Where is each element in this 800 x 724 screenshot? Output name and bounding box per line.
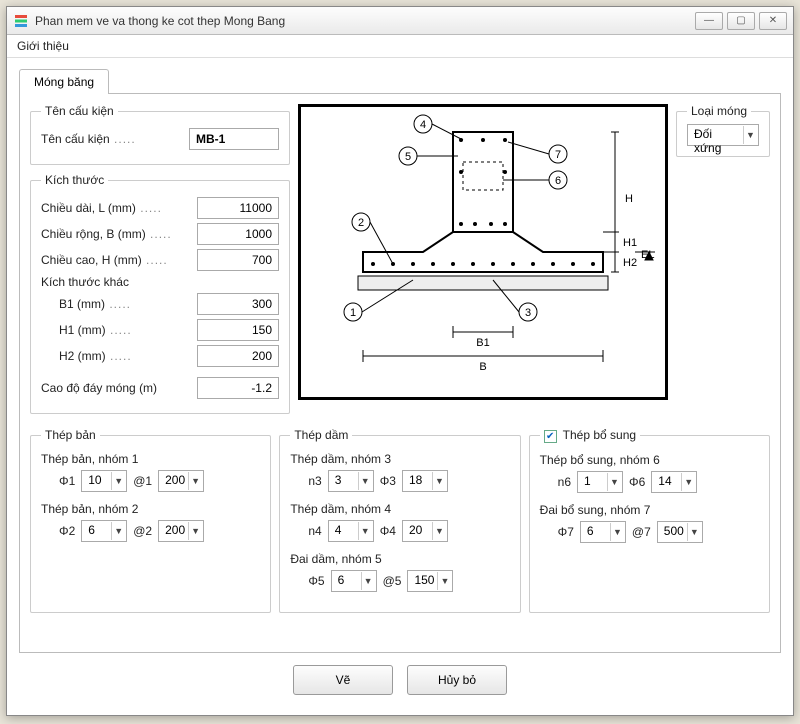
title-dai-bs-7: Đai bổ sung, nhóm 7: [540, 503, 759, 517]
tab-mong-bang[interactable]: Móng băng: [19, 69, 109, 94]
svg-text:7: 7: [555, 149, 561, 161]
combo-loai-mong[interactable]: Đối xứng▼: [687, 124, 759, 146]
label-n4: n4: [308, 524, 321, 538]
combo-phi2[interactable]: 6▼: [81, 520, 127, 542]
legend-kich-thuoc: Kích thước: [41, 173, 108, 187]
input-ten-cau-kien[interactable]: [189, 128, 279, 150]
client-area: Móng băng Tên cấu kiện Tên cấu kiện Kích: [7, 58, 793, 715]
label-h1: H1 (mm): [59, 323, 197, 337]
group-ten-cau-kien: Tên cấu kiện Tên cấu kiện: [30, 104, 290, 165]
label-cao-do: Cao độ đáy móng (m): [41, 381, 197, 395]
group-thep-dam: Thép dầm Thép dầm, nhóm 3 n3 3▼ Φ3 18▼ T…: [279, 428, 520, 613]
legend-thep-dam: Thép dầm: [290, 428, 352, 442]
maximize-button[interactable]: ▢: [727, 12, 755, 30]
tab-page: Tên cấu kiện Tên cấu kiện Kích thước Chi…: [19, 93, 781, 653]
app-icon: [13, 13, 29, 29]
label-b1: B1 (mm): [59, 297, 197, 311]
menu-about[interactable]: Giới thiệu: [17, 39, 69, 53]
label-n6: n6: [558, 475, 571, 489]
label-at1: @1: [133, 474, 152, 488]
title-thep-ban-2: Thép bản, nhóm 2: [41, 502, 260, 516]
input-h2[interactable]: [197, 345, 279, 367]
title-thep-dam-3: Thép dầm, nhóm 3: [290, 452, 509, 466]
input-chieu-dai[interactable]: [197, 197, 279, 219]
close-button[interactable]: ✕: [759, 12, 787, 30]
titlebar: Phan mem ve va thong ke cot thep Mong Ba…: [7, 7, 793, 35]
input-b1[interactable]: [197, 293, 279, 315]
svg-text:3: 3: [525, 307, 531, 319]
label-at5: @5: [383, 574, 402, 588]
label-phi5: Φ5: [308, 574, 324, 588]
svg-text:1: 1: [350, 307, 356, 319]
svg-text:B1: B1: [476, 337, 489, 349]
label-at7: @7: [632, 525, 651, 539]
minimize-button[interactable]: —: [695, 12, 723, 30]
combo-phi4[interactable]: 20▼: [402, 520, 448, 542]
combo-at5[interactable]: 150▼: [407, 570, 453, 592]
cancel-button[interactable]: Hủy bỏ: [407, 665, 507, 695]
label-ten-cau-kien: Tên cấu kiện: [41, 132, 189, 146]
label-phi1: Φ1: [59, 474, 75, 488]
combo-phi3[interactable]: 18▼: [402, 470, 448, 492]
label-at2: @2: [133, 524, 152, 538]
combo-phi7[interactable]: 6▼: [580, 521, 626, 543]
combo-at1[interactable]: 200▼: [158, 470, 204, 492]
group-thep-bo-sung: ✔Thép bổ sung Thép bổ sung, nhóm 6 n6 1▼…: [529, 428, 770, 613]
title-thep-bs-6: Thép bổ sung, nhóm 6: [540, 453, 759, 467]
label-chieu-cao: Chiều cao, H (mm): [41, 253, 197, 267]
svg-text:2: 2: [358, 217, 364, 229]
group-loai-mong: Loại móng Đối xứng▼: [676, 104, 770, 157]
label-chieu-dai: Chiều dài, L (mm): [41, 201, 197, 215]
input-chieu-cao[interactable]: [197, 249, 279, 271]
combo-n3[interactable]: 3▼: [328, 470, 374, 492]
group-thep-ban: Thép bản Thép bản, nhóm 1 Φ1 10▼ @1 200▼…: [30, 428, 271, 613]
draw-button[interactable]: Vẽ: [293, 665, 393, 695]
svg-text:H1: H1: [623, 237, 637, 249]
combo-at7[interactable]: 500▼: [657, 521, 703, 543]
footer-buttons: Vẽ Hủy bỏ: [19, 653, 781, 703]
combo-phi1[interactable]: 10▼: [81, 470, 127, 492]
input-chieu-rong[interactable]: [197, 223, 279, 245]
input-h1[interactable]: [197, 319, 279, 341]
checkbox-thep-bo-sung[interactable]: ✔: [544, 430, 557, 443]
label-h2: H2 (mm): [59, 349, 197, 363]
input-cao-do[interactable]: [197, 377, 279, 399]
label-phi4: Φ4: [380, 524, 396, 538]
combo-n4[interactable]: 4▼: [328, 520, 374, 542]
svg-text:6: 6: [555, 175, 561, 187]
svg-text:H: H: [625, 193, 633, 205]
label-phi6: Φ6: [629, 475, 645, 489]
section-diagram: 4 5 2 1 3 6 7: [298, 104, 668, 400]
label-n3: n3: [308, 474, 321, 488]
app-window: Phan mem ve va thong ke cot thep Mong Ba…: [6, 6, 794, 716]
title-thep-ban-1: Thép bản, nhóm 1: [41, 452, 260, 466]
label-phi3: Φ3: [380, 474, 396, 488]
combo-phi5[interactable]: 6▼: [331, 570, 377, 592]
legend-thep-ban: Thép bản: [41, 428, 100, 442]
svg-text:5: 5: [405, 151, 411, 163]
combo-at2[interactable]: 200▼: [158, 520, 204, 542]
label-phi7: Φ7: [558, 525, 574, 539]
label-kich-thuoc-khac: Kích thước khác: [41, 275, 279, 289]
menubar: Giới thiệu: [7, 35, 793, 58]
title-thep-dam-4: Thép dầm, nhóm 4: [290, 502, 509, 516]
svg-text:B: B: [479, 361, 486, 373]
title-dai-dam-5: Đai dầm, nhóm 5: [290, 552, 509, 566]
svg-text:H2: H2: [623, 257, 637, 269]
svg-text:4: 4: [420, 119, 426, 131]
label-chieu-rong: Chiều rộng, B (mm): [41, 227, 197, 241]
combo-phi6[interactable]: 14▼: [651, 471, 697, 493]
tabset: Móng băng Tên cấu kiện Tên cấu kiện Kích: [19, 68, 781, 653]
legend-ten-cau-kien: Tên cấu kiện: [41, 104, 118, 118]
label-phi2: Φ2: [59, 524, 75, 538]
window-title: Phan mem ve va thong ke cot thep Mong Ba…: [35, 14, 691, 28]
legend-loai-mong: Loại móng: [687, 104, 751, 118]
legend-thep-bo-sung: ✔Thép bổ sung: [540, 428, 640, 443]
group-kich-thuoc: Kích thước Chiều dài, L (mm) Chiều rộng,…: [30, 173, 290, 414]
combo-n6[interactable]: 1▼: [577, 471, 623, 493]
